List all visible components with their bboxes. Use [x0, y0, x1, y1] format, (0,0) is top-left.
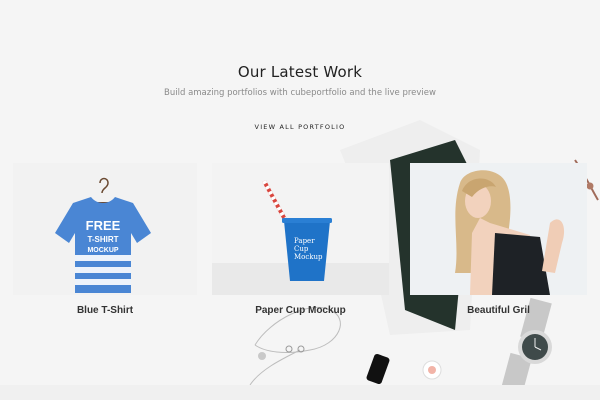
section-heading: Our Latest Work [237, 63, 363, 81]
black-case [366, 353, 390, 385]
portfolio-card-paper-cup[interactable]: Paper Cup Mockup Paper Cup Mockup [212, 163, 389, 323]
cup-print-line-3: Mockup [294, 253, 323, 261]
portfolio-card-blue-tshirt[interactable]: FREE T-SHIRT MOCKUP Blue T-Shirt [13, 163, 197, 323]
portfolio-thumbnail[interactable]: Paper Cup Mockup [212, 163, 389, 295]
portfolio-card-beautiful-girl[interactable]: Beautiful Gril [410, 163, 587, 323]
portfolio-item-title[interactable]: Beautiful Gril [410, 305, 587, 316]
girl-portrait-image [455, 170, 565, 295]
portfolio-thumbnail[interactable]: FREE T-SHIRT MOCKUP [13, 163, 197, 295]
portfolio-item-title[interactable]: Blue T-Shirt [13, 305, 197, 316]
section-subheading: Build amazing portfolios with cubeportfo… [164, 88, 436, 98]
tshirt-print-line-1: FREE [86, 218, 121, 233]
portfolio-thumbnail[interactable] [410, 163, 587, 295]
tshirt-print-line-2: T-SHIRT [87, 235, 118, 244]
portfolio-item-title[interactable]: Paper Cup Mockup [212, 305, 389, 316]
paper-cup-image: Paper Cup Mockup [212, 180, 389, 295]
cup-print-line-2: Cup [294, 245, 309, 253]
tshirt-image: FREE T-SHIRT MOCKUP [55, 177, 151, 293]
view-all-portfolio-link[interactable]: VIEW ALL PORTFOLIO [0, 123, 600, 131]
cup-print-line-1: Paper [294, 237, 315, 245]
tshirt-print-line-3: MOCKUP [87, 247, 118, 254]
